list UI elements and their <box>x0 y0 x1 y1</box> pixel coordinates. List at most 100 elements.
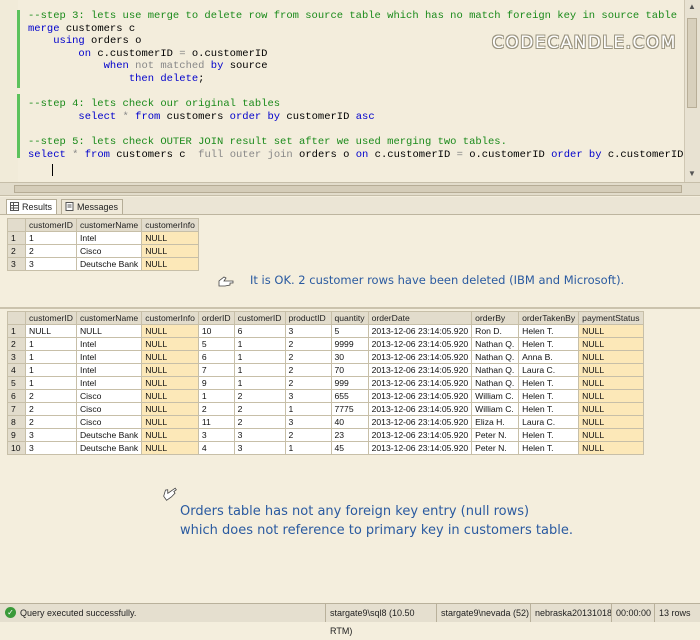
table-cell[interactable]: 2013-12-06 23:14:05.920 <box>367 389 473 403</box>
table-cell[interactable]: Laura C. <box>518 363 580 377</box>
table-cell[interactable]: 3 <box>25 257 77 271</box>
table-cell[interactable]: NULL <box>141 337 199 351</box>
table-cell[interactable]: NULL <box>578 389 644 403</box>
table-cell[interactable]: 2 <box>284 350 332 364</box>
table-cell[interactable]: Intel <box>75 350 143 364</box>
column-header[interactable]: productID <box>284 311 332 325</box>
table-cell[interactable]: 23 <box>330 428 369 442</box>
table-cell[interactable]: 655 <box>330 389 369 403</box>
table-cell[interactable]: NULL <box>141 363 199 377</box>
column-header[interactable]: customerInfo <box>141 218 199 232</box>
table-cell[interactable]: 45 <box>330 441 369 455</box>
table-cell[interactable]: NULL <box>25 324 77 338</box>
table-cell[interactable]: Intel <box>75 231 143 245</box>
column-header[interactable]: orderID <box>197 311 235 325</box>
table-cell[interactable]: 2 <box>25 389 77 403</box>
table-cell[interactable]: 1 <box>233 350 286 364</box>
row-number[interactable]: 2 <box>7 337 26 351</box>
code-line[interactable]: select * from customers c full outer joi… <box>28 149 700 162</box>
table-row[interactable]: 9 3 Deutsche Bank NULL 3 3 2 23 2013-12-06 23:14… <box>7 428 644 442</box>
grid-corner[interactable] <box>7 218 26 232</box>
table-cell[interactable]: Cisco <box>75 389 143 403</box>
table-cell[interactable]: NULL <box>75 324 143 338</box>
table-cell[interactable]: NULL <box>578 350 644 364</box>
table-cell[interactable]: NULL <box>578 337 644 351</box>
table-cell[interactable]: Cisco <box>75 402 143 416</box>
row-number[interactable]: 3 <box>7 257 26 271</box>
table-cell[interactable]: NULL <box>578 441 644 455</box>
column-header[interactable]: customerID <box>25 218 77 232</box>
table-cell[interactable]: Helen T. <box>518 324 580 338</box>
table-cell[interactable]: 7 <box>197 363 235 377</box>
table-cell[interactable]: 2013-12-06 23:14:05.920 <box>367 350 473 364</box>
table-cell[interactable]: NULL <box>141 231 199 245</box>
table-cell[interactable]: 10 <box>197 324 235 338</box>
table-cell[interactable]: 2013-12-06 23:14:05.920 <box>367 428 473 442</box>
table-cell[interactable]: 2 <box>233 415 286 429</box>
table-row[interactable]: 1 NULL NULL NULL 10 6 3 5 2013-12-06 23:14:05.92… <box>7 324 644 338</box>
code-line[interactable]: --step 4: lets check our original tables <box>28 98 700 111</box>
grid-corner[interactable] <box>7 311 26 325</box>
row-number[interactable]: 1 <box>7 324 26 338</box>
column-header[interactable]: customerInfo <box>141 311 199 325</box>
table-cell[interactable]: NULL <box>141 257 199 271</box>
table-cell[interactable]: 2013-12-06 23:14:05.920 <box>367 415 473 429</box>
row-number[interactable]: 4 <box>7 363 26 377</box>
table-cell[interactable]: 2 <box>284 337 332 351</box>
table-row[interactable]: 5 1 Intel NULL 9 1 2 999 2013-12-06 23:14:05.920… <box>7 376 644 390</box>
table-cell[interactable]: 3 <box>284 415 332 429</box>
table-row[interactable]: 10 3 Deutsche Bank NULL 4 3 1 45 2013-12-06 23:1… <box>7 441 644 455</box>
table-row[interactable]: 6 2 Cisco NULL 1 2 3 655 2013-12-06 23:14:05.920… <box>7 389 644 403</box>
table-cell[interactable]: 3 <box>25 428 77 442</box>
table-cell[interactable]: NULL <box>578 402 644 416</box>
table-cell[interactable]: 2 <box>25 402 77 416</box>
table-cell[interactable]: Helen T. <box>518 389 580 403</box>
table-cell[interactable]: NULL <box>141 402 199 416</box>
row-number[interactable]: 5 <box>7 376 26 390</box>
table-cell[interactable]: Intel <box>75 337 143 351</box>
table-cell[interactable]: Deutsche Bank <box>75 428 143 442</box>
scroll-down-icon[interactable]: ▼ <box>687 168 697 180</box>
tab-results[interactable]: Results <box>6 199 58 214</box>
horizontal-scrollbar[interactable] <box>0 182 700 196</box>
row-number[interactable]: 7 <box>7 402 26 416</box>
table-cell[interactable]: Peter N. <box>471 428 520 442</box>
code-line[interactable]: select * from customers order by custome… <box>28 111 700 124</box>
table-cell[interactable]: 2 <box>284 428 332 442</box>
table-cell[interactable]: 30 <box>330 350 369 364</box>
vertical-scroll-thumb[interactable] <box>687 18 697 108</box>
table-cell[interactable]: 1 <box>25 350 77 364</box>
table-cell[interactable]: 3 <box>233 428 286 442</box>
table-cell[interactable]: NULL <box>141 428 199 442</box>
table-cell[interactable]: 2 <box>284 363 332 377</box>
table-cell[interactable]: 70 <box>330 363 369 377</box>
tab-messages[interactable]: Messages <box>61 199 124 214</box>
table-cell[interactable]: 2013-12-06 23:14:05.920 <box>367 324 473 338</box>
table-cell[interactable]: Cisco <box>75 244 143 258</box>
column-header[interactable]: customerID <box>25 311 77 325</box>
vertical-scrollbar[interactable]: ▲ ▼ <box>684 0 700 182</box>
table-cell[interactable]: 3 <box>284 389 332 403</box>
column-header[interactable]: customerName <box>75 311 143 325</box>
row-number[interactable]: 3 <box>7 350 26 364</box>
table-cell[interactable]: 999 <box>330 376 369 390</box>
table-cell[interactable]: Eliza H. <box>471 415 520 429</box>
table-cell[interactable]: Deutsche Bank <box>75 441 143 455</box>
table-cell[interactable]: NULL <box>141 376 199 390</box>
code-line[interactable]: --step 5: lets check OUTER JOIN result s… <box>28 136 700 149</box>
row-number[interactable]: 1 <box>7 231 26 245</box>
code-line[interactable]: --step 3: lets use merge to delete row f… <box>28 10 700 23</box>
column-header[interactable]: paymentStatus <box>578 311 644 325</box>
table-cell[interactable]: 2013-12-06 23:14:05.920 <box>367 363 473 377</box>
horizontal-scroll-thumb[interactable] <box>14 185 682 193</box>
table-cell[interactable]: 1 <box>233 363 286 377</box>
table-cell[interactable]: NULL <box>578 428 644 442</box>
table-cell[interactable]: NULL <box>141 324 199 338</box>
table-cell[interactable]: 6 <box>197 350 235 364</box>
table-cell[interactable]: NULL <box>578 363 644 377</box>
table-cell[interactable]: 2 <box>25 244 77 258</box>
table-cell[interactable]: Nathan Q. <box>471 376 520 390</box>
table-cell[interactable]: 2 <box>284 376 332 390</box>
table-cell[interactable]: 2 <box>25 415 77 429</box>
table-cell[interactable]: 5 <box>197 337 235 351</box>
